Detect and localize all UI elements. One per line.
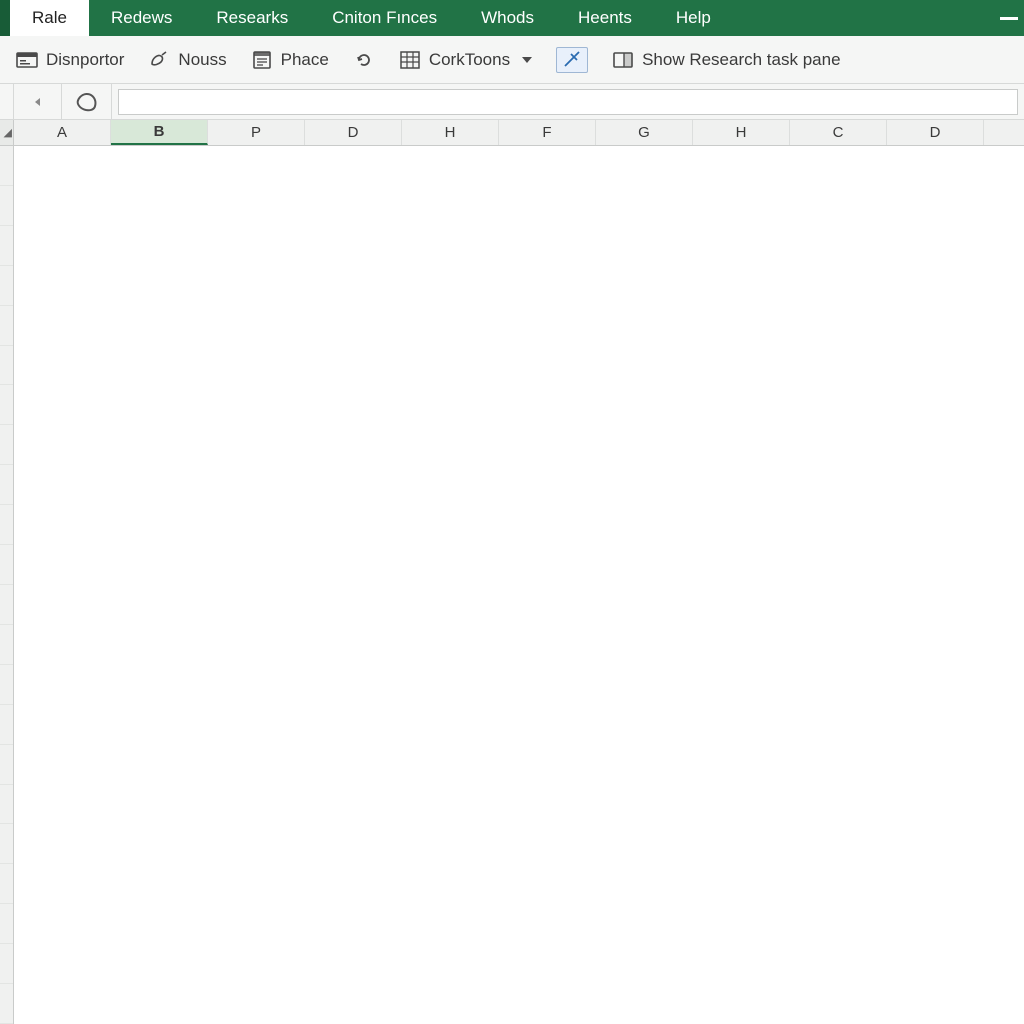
row-header[interactable] bbox=[0, 904, 13, 944]
nouss-button[interactable]: Nouss bbox=[148, 50, 226, 70]
row-header[interactable] bbox=[0, 425, 13, 465]
ribbon-tab-bar: Rale Redews Researks Cniton Fınces Whods… bbox=[0, 0, 1024, 36]
tab-cniton-fances[interactable]: Cniton Fınces bbox=[310, 0, 459, 36]
row-header[interactable] bbox=[0, 585, 13, 625]
row-header[interactable] bbox=[0, 625, 13, 665]
select-all-corner[interactable]: ◢ bbox=[0, 120, 14, 145]
window-controls bbox=[1000, 0, 1024, 36]
column-header[interactable]: D bbox=[305, 120, 402, 145]
show-research-pane-button[interactable]: Show Research task pane bbox=[612, 50, 840, 70]
row-header[interactable] bbox=[0, 146, 13, 186]
column-header[interactable]: H bbox=[402, 120, 499, 145]
corktoons-icon bbox=[399, 50, 421, 70]
spreadsheet-grid bbox=[0, 146, 1024, 1024]
tab-rale[interactable]: Rale bbox=[10, 0, 89, 36]
formula-bar-row bbox=[0, 84, 1024, 120]
show-research-label: Show Research task pane bbox=[642, 50, 840, 70]
disnportor-button[interactable]: Disnportor bbox=[16, 50, 124, 70]
row-header[interactable] bbox=[0, 984, 13, 1024]
task-pane-icon bbox=[612, 50, 634, 70]
column-header[interactable]: D bbox=[887, 120, 984, 145]
tab-redews[interactable]: Redews bbox=[89, 0, 194, 36]
row-header[interactable] bbox=[0, 785, 13, 825]
row-header[interactable] bbox=[0, 665, 13, 705]
tab-heents[interactable]: Heents bbox=[556, 0, 654, 36]
column-header[interactable]: P bbox=[208, 120, 305, 145]
row-header[interactable] bbox=[0, 824, 13, 864]
nav-previous-button[interactable] bbox=[14, 84, 62, 119]
fx-button[interactable] bbox=[62, 84, 112, 119]
corktoons-label: CorkToons bbox=[429, 50, 510, 70]
row-header[interactable] bbox=[0, 705, 13, 745]
row-header[interactable] bbox=[0, 306, 13, 346]
column-header[interactable]: F bbox=[499, 120, 596, 145]
tab-help[interactable]: Help bbox=[654, 0, 733, 36]
phace-label: Phace bbox=[281, 50, 329, 70]
row-header[interactable] bbox=[0, 944, 13, 984]
research-tool-button[interactable] bbox=[556, 47, 588, 73]
chevron-down-icon bbox=[522, 57, 532, 63]
triangle-left-icon bbox=[33, 97, 43, 107]
name-box-stub[interactable] bbox=[0, 84, 14, 119]
row-header[interactable] bbox=[0, 226, 13, 266]
formula-input[interactable] bbox=[118, 89, 1018, 115]
column-header[interactable]: B bbox=[111, 120, 208, 145]
nouss-label: Nouss bbox=[178, 50, 226, 70]
row-header[interactable] bbox=[0, 545, 13, 585]
disnportor-label: Disnportor bbox=[46, 50, 124, 70]
phace-icon bbox=[251, 50, 273, 70]
column-header[interactable]: A bbox=[14, 120, 111, 145]
fx-icon bbox=[74, 90, 99, 114]
row-header[interactable] bbox=[0, 266, 13, 306]
row-header[interactable] bbox=[0, 465, 13, 505]
row-header[interactable] bbox=[0, 505, 13, 545]
column-header[interactable]: G bbox=[596, 120, 693, 145]
row-header[interactable] bbox=[0, 346, 13, 386]
corktoons-dropdown[interactable]: CorkToons bbox=[399, 50, 532, 70]
app-logo-stub bbox=[0, 0, 10, 36]
research-tool-icon bbox=[561, 50, 583, 70]
disnportor-icon bbox=[16, 50, 38, 70]
refresh-button[interactable] bbox=[353, 50, 375, 70]
row-header[interactable] bbox=[0, 745, 13, 785]
row-header-gutter bbox=[0, 146, 14, 1024]
phace-button[interactable]: Phace bbox=[251, 50, 329, 70]
nouss-icon bbox=[148, 50, 170, 70]
row-header[interactable] bbox=[0, 385, 13, 425]
row-header[interactable] bbox=[0, 186, 13, 226]
refresh-icon bbox=[353, 50, 375, 70]
tab-whods[interactable]: Whods bbox=[459, 0, 556, 36]
tab-researks[interactable]: Researks bbox=[194, 0, 310, 36]
column-header[interactable]: H bbox=[693, 120, 790, 145]
toolbar: Disnportor Nouss Phace bbox=[0, 36, 1024, 84]
minimize-icon[interactable] bbox=[1000, 17, 1018, 20]
column-header[interactable]: C bbox=[790, 120, 887, 145]
cells-area[interactable] bbox=[14, 146, 1024, 1024]
row-header[interactable] bbox=[0, 864, 13, 904]
column-header-row: ◢ A B P D H F G H C D bbox=[0, 120, 1024, 146]
